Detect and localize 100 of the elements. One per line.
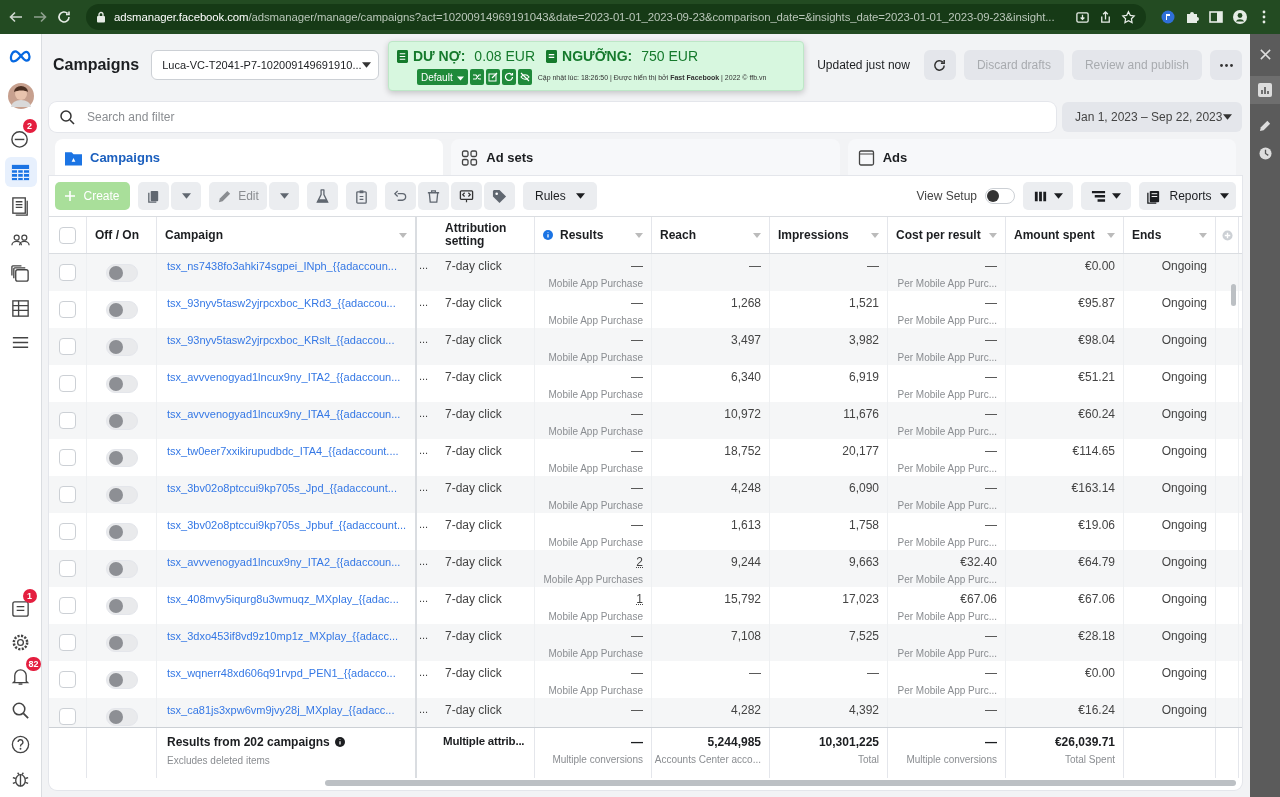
scrollbar-thumb[interactable] xyxy=(325,780,1236,786)
clock-icon[interactable] xyxy=(1258,147,1272,160)
view-setup-toggle[interactable] xyxy=(985,188,1015,204)
tag-button[interactable] xyxy=(484,182,515,210)
ends-cell: Ongoing xyxy=(1161,370,1207,384)
row-checkbox[interactable] xyxy=(59,597,76,614)
address-bar[interactable]: adsmanager.facebook.com/adsmanager/manage/campaigns?act=10200914969191043&date=2023-01-01_2023-09-23&comparison_date=&insights_date=2023-01-01_2023-09-23&insight... xyxy=(86,4,1146,30)
campaign-link[interactable]: tsx_93nyv5tasw2yjrpcxboc_KRslt_{{adaccou... xyxy=(167,333,407,347)
back-icon[interactable] xyxy=(8,9,24,25)
row-checkbox[interactable] xyxy=(59,264,76,281)
clipboard-button[interactable] xyxy=(346,182,377,210)
campaign-toggle[interactable] xyxy=(105,559,138,578)
star-icon[interactable] xyxy=(1121,9,1136,25)
sync-button[interactable] xyxy=(501,69,516,85)
campaign-link[interactable]: tsx_3bv02o8ptccui9kp705s_Jpd_{{adaccount... xyxy=(167,481,407,495)
forward-icon[interactable] xyxy=(32,9,48,25)
more-button[interactable] xyxy=(1210,50,1242,80)
campaign-toggle[interactable] xyxy=(105,300,138,319)
campaign-link[interactable]: tsx_wqnerr48xd606q91rvpd_PEN1_{{adacco... xyxy=(167,666,407,680)
column-header[interactable]: Cost per result xyxy=(888,217,1006,253)
column-header[interactable]: Reach xyxy=(652,217,770,253)
column-header[interactable]: Results xyxy=(535,217,652,253)
row-checkbox[interactable] xyxy=(59,671,76,688)
close-icon[interactable] xyxy=(1258,48,1272,61)
logo-icon[interactable] xyxy=(7,48,34,64)
test-button[interactable] xyxy=(307,182,338,210)
hide-button[interactable] xyxy=(517,69,532,85)
duplicate-options-button[interactable] xyxy=(171,182,201,210)
campaign-toggle[interactable] xyxy=(105,263,138,282)
campaign-link[interactable]: tsx_3dxo453if8vd9z10mp1z_MXplay_{{adacc... xyxy=(167,629,407,643)
campaign-toggle[interactable] xyxy=(105,374,138,393)
campaign-toggle[interactable] xyxy=(105,596,138,615)
campaign-link[interactable]: tsx_avvvenogyad1lncux9ny_ITA2_{{adaccoun... xyxy=(167,370,407,384)
scrollbar-thumb[interactable] xyxy=(1231,284,1236,306)
share-icon[interactable] xyxy=(1098,9,1113,25)
campaign-link[interactable]: tsx_tw0eer7xxikirupudbdc_ITA4_{{adaccount.... xyxy=(167,444,407,458)
campaigns-nav-item[interactable] xyxy=(4,157,37,187)
tab[interactable]: Ads xyxy=(847,139,1236,176)
campaign-toggle[interactable] xyxy=(105,411,138,430)
row-checkbox[interactable] xyxy=(59,634,76,651)
ab-test-button[interactable] xyxy=(451,182,482,210)
column-header[interactable]: Impressions xyxy=(770,217,888,253)
rules-dropdown[interactable]: Rules xyxy=(523,182,597,210)
search-field[interactable]: Search and filter xyxy=(49,102,1056,132)
select-all-checkbox[interactable] xyxy=(59,226,76,244)
extension-icon[interactable] xyxy=(1160,9,1176,25)
campaign-link[interactable]: tsx_avvvenogyad1lncux9ny_ITA2_{{adaccoun... xyxy=(167,555,407,569)
breakdown-dropdown[interactable] xyxy=(1081,182,1131,210)
preset-dropdown[interactable]: Default xyxy=(417,69,468,85)
shuffle-button[interactable] xyxy=(469,69,484,85)
tab[interactable]: Ad sets xyxy=(451,139,840,176)
row-checkbox[interactable] xyxy=(59,375,76,392)
column-header[interactable]: Ends xyxy=(1124,217,1216,253)
row-checkbox[interactable] xyxy=(59,449,76,466)
row-checkbox[interactable] xyxy=(59,486,76,503)
row-checkbox[interactable] xyxy=(59,560,76,577)
edit-button[interactable] xyxy=(485,69,500,85)
reload-icon[interactable] xyxy=(56,9,72,25)
campaign-link[interactable]: tsx_408mvy5iqurg8u3wmuqz_MXplay_{{adac... xyxy=(167,592,407,606)
install-icon[interactable] xyxy=(1075,9,1090,25)
campaign-toggle[interactable] xyxy=(105,522,138,541)
campaign-toggle[interactable] xyxy=(105,485,138,504)
avatar[interactable] xyxy=(7,83,34,109)
edit-options-button[interactable] xyxy=(269,182,299,210)
puzzle-icon[interactable] xyxy=(1184,9,1200,25)
campaign-toggle[interactable] xyxy=(105,670,138,689)
account-dropdown[interactable]: Luca-VC-T2041-P7-102009149691910... xyxy=(151,50,380,80)
duplicate-button[interactable] xyxy=(138,182,169,210)
tab[interactable]: Campaigns xyxy=(55,139,444,176)
profile-icon[interactable] xyxy=(1232,9,1248,25)
campaign-link[interactable]: tsx_ns7438fo3ahki74sgpei_INph_{{adaccoun... xyxy=(167,259,407,273)
row-checkbox[interactable] xyxy=(59,523,76,540)
pages-icon[interactable] xyxy=(10,195,31,217)
campaign-toggle[interactable] xyxy=(105,633,138,652)
sidebar-icon[interactable] xyxy=(1208,9,1224,25)
delete-button[interactable] xyxy=(418,182,449,210)
row-checkbox[interactable] xyxy=(59,338,76,355)
date-range-dropdown[interactable]: Jan 1, 2023 – Sep 22, 2023 xyxy=(1062,102,1242,132)
help-icon[interactable] xyxy=(10,733,31,755)
book-icon[interactable] xyxy=(10,297,31,319)
campaign-toggle[interactable] xyxy=(105,707,138,726)
campaign-toggle[interactable] xyxy=(105,337,138,356)
campaign-link[interactable]: tsx_avvvenogyad1lncux9ny_ITA4_{{adaccoun... xyxy=(167,407,407,421)
columns-dropdown[interactable] xyxy=(1023,182,1073,210)
stack-icon[interactable] xyxy=(10,263,31,285)
reports-dropdown[interactable]: Reports xyxy=(1139,182,1236,210)
column-header[interactable]: Amount spent xyxy=(1006,217,1124,253)
row-checkbox[interactable] xyxy=(59,301,76,318)
campaign-link[interactable]: tsx_ca81js3xpw6vm9jvy28j_MXplay_{{adacc... xyxy=(167,703,407,717)
campaign-link[interactable]: tsx_93nyv5tasw2yjrpcxboc_KRd3_{{adaccou... xyxy=(167,296,407,310)
row-checkbox[interactable] xyxy=(59,708,76,725)
row-checkbox[interactable] xyxy=(59,412,76,429)
refresh-button[interactable] xyxy=(923,50,956,80)
campaign-toggle[interactable] xyxy=(105,448,138,467)
pencil-icon[interactable] xyxy=(1258,119,1272,132)
chart-tab[interactable] xyxy=(1250,76,1280,104)
column-header[interactable]: Off / On xyxy=(87,217,157,253)
campaign-link[interactable]: tsx_3bv02o8ptccui9kp705s_Jpbuf_{{adaccount... xyxy=(167,518,407,532)
column-header[interactable]: Attribution setting xyxy=(437,217,535,253)
undo-button[interactable] xyxy=(385,182,416,210)
